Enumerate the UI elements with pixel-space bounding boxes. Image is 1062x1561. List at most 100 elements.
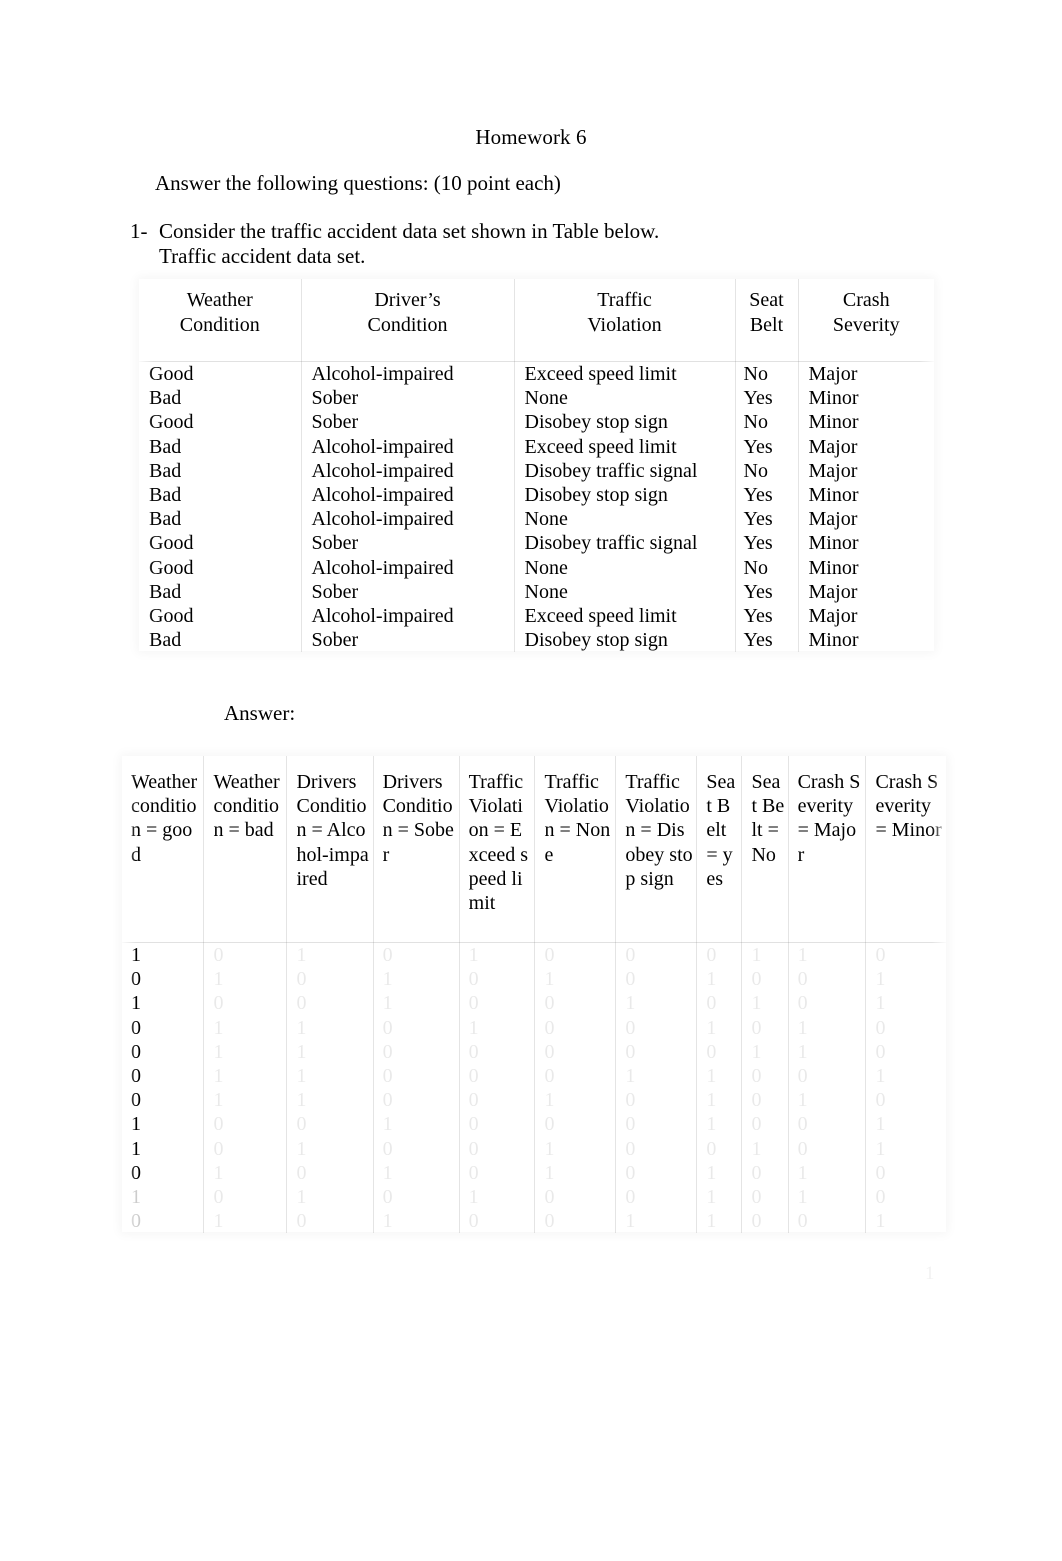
- binary-table-cell: 0: [615, 1112, 698, 1137]
- binary-table-cell: 1: [788, 1185, 867, 1210]
- binary-table-cell: 1: [373, 1160, 460, 1186]
- binary-table-cell: 0: [459, 1039, 536, 1065]
- accident-table-row: Bad Sober Disobey stop sign Yes Minor: [139, 628, 934, 653]
- binary-table-cell: 0: [459, 1136, 536, 1161]
- binary-table-cell: 0: [534, 1209, 617, 1234]
- accident-table-cell: Bad: [139, 434, 302, 459]
- binary-table-cell: 1: [788, 1160, 867, 1186]
- binary-table-row: 01010011001: [122, 1209, 946, 1234]
- binary-table-cell: 0: [122, 1209, 205, 1234]
- accident-table-cell: Yes: [735, 483, 799, 508]
- binary-table-cell: 0: [459, 1112, 536, 1137]
- question-number: 1-: [130, 219, 148, 243]
- accident-table-cell: Minor: [808, 556, 859, 579]
- accident-table-cell: None: [514, 555, 736, 580]
- accident-table-cell: Bad: [139, 507, 302, 532]
- binary-table-cell: 0: [203, 1136, 288, 1161]
- accident-table-row: Good Alcohol-impaired None No Minor: [139, 555, 934, 580]
- accident-table-cell: Major: [808, 580, 858, 603]
- accident-table-cell: Sober: [301, 531, 515, 556]
- binary-table-cell: 1: [788, 1015, 867, 1040]
- binary-table-cell: 1: [696, 1015, 743, 1040]
- binary-table-cell: 1: [534, 1136, 617, 1161]
- binary-table-cell: 1: [788, 1088, 867, 1113]
- accident-table-cell: Disobey stop sign: [514, 410, 736, 435]
- accident-table-cell: No: [735, 410, 799, 435]
- binary-table-cell: 0: [875, 1016, 886, 1039]
- binary-table-cell: 1: [203, 1015, 288, 1040]
- accident-table-cell: None: [514, 386, 736, 411]
- accident-table-row: Bad Sober None Yes Major: [139, 579, 934, 605]
- accident-table-cell: Minor: [808, 411, 859, 434]
- binary-table-cell: 0: [286, 1209, 374, 1234]
- answer-label: Answer:: [224, 701, 296, 725]
- accident-table-cell: Sober: [301, 628, 515, 653]
- binary-table-row: 10010010101: [122, 991, 946, 1016]
- accident-table-cell: Bad: [139, 628, 302, 653]
- binary-table-cell: 0: [615, 1136, 698, 1161]
- binary-header-cell: Weather condition = bad: [203, 756, 288, 943]
- binary-table-cell: 1: [741, 942, 789, 968]
- accident-table-cell: Yes: [735, 531, 799, 556]
- binary-table-cell: 1: [459, 1185, 536, 1210]
- binary-table-cell: 1: [203, 967, 288, 992]
- accident-table-cell: Major: [808, 459, 858, 482]
- accident-table-cell: None: [514, 579, 736, 605]
- question-1-line: 1- Consider the traffic accident data se…: [130, 219, 930, 244]
- accident-table-cell: Bad: [139, 483, 302, 508]
- accident-table-cell: Bad: [139, 386, 302, 411]
- binary-table-cell: 1: [875, 992, 886, 1015]
- binary-table-cell: 1: [788, 942, 867, 968]
- accident-table-row: Bad Alcohol-impaired Disobey stop sign Yes M…: [139, 483, 934, 508]
- binary-table-cell: 0: [788, 1064, 867, 1089]
- binary-table-cell: 1: [203, 1209, 288, 1234]
- binary-table-row: 01100011001: [122, 1064, 946, 1089]
- binary-table-cell: 1: [459, 1015, 536, 1040]
- accident-table-row: Good Sober Disobey stop sign No Minor: [139, 410, 934, 435]
- binary-table-cell: 0: [534, 1185, 617, 1210]
- binary-table-cell: 0: [203, 942, 288, 968]
- accident-header-cell: Driver’s Condition: [301, 279, 515, 362]
- intro-instruction: Answer the following questions: (10 poin…: [155, 171, 561, 195]
- accident-table-cell: Alcohol-impaired: [301, 604, 515, 629]
- accident-table-cell: Good: [139, 555, 302, 580]
- accident-table-row: Bad Alcohol-impaired None Yes Major: [139, 507, 934, 532]
- accident-table-cell: Yes: [735, 434, 799, 459]
- binary-table-cell: 0: [459, 1209, 536, 1234]
- accident-table-cell: Good: [139, 361, 302, 387]
- binary-table-cell: 0: [741, 1088, 789, 1113]
- binary-table-cell: 1: [615, 991, 698, 1016]
- accident-table-header-row: Weather Condition Driver’s Condition Traffic…: [139, 279, 934, 362]
- binary-table-cell: 1: [459, 942, 536, 968]
- binary-table-cell: 0: [286, 967, 374, 992]
- accident-table-cell: Alcohol-impaired: [301, 483, 515, 508]
- accident-table-cell: Yes: [735, 628, 799, 653]
- binary-table-header-row: Weather condition = good Weather conditio…: [122, 756, 946, 943]
- binary-table-cell: 1: [286, 942, 374, 968]
- binary-table-row: 10100100101: [122, 1136, 946, 1161]
- binary-table-cell: 1: [286, 1064, 374, 1089]
- accident-data-table: Weather Condition Driver’s Condition Traffic…: [139, 279, 934, 653]
- binary-table-cell: 0: [741, 967, 789, 992]
- binary-table-cell: 1: [373, 1112, 460, 1137]
- binary-table-cell: 0: [875, 1089, 886, 1112]
- binary-table-cell: 0: [373, 942, 460, 968]
- binary-header-cell: Traffic Violation = Exceed speed limit: [459, 756, 536, 943]
- binary-table-cell: 1: [615, 1064, 698, 1089]
- binary-table-cell: 1: [286, 1015, 374, 1040]
- binary-table-cell: 1: [696, 1185, 743, 1210]
- binary-table-cell: 0: [459, 1160, 536, 1186]
- accident-table-cell: Minor: [808, 484, 859, 507]
- accident-table-row: Good Alcohol-impaired Exceed speed limit No…: [139, 361, 934, 387]
- accident-table-row: Good Sober Disobey traffic signal Yes Minor: [139, 531, 934, 556]
- binary-table-cell: 1: [534, 967, 617, 992]
- binary-table-cell: 0: [203, 1112, 288, 1137]
- binary-table-cell: 0: [615, 942, 698, 968]
- binary-table-cell: 0: [122, 1160, 205, 1186]
- binary-table-cell: 1: [122, 1136, 205, 1161]
- binary-header-cell: Crash Severity = Minor: [865, 756, 946, 943]
- binary-table-cell: 1: [875, 1210, 886, 1233]
- binary-table-cell: 0: [615, 1160, 698, 1186]
- accident-table-cell: Minor: [808, 532, 859, 555]
- binary-table-cell: 0: [534, 1015, 617, 1040]
